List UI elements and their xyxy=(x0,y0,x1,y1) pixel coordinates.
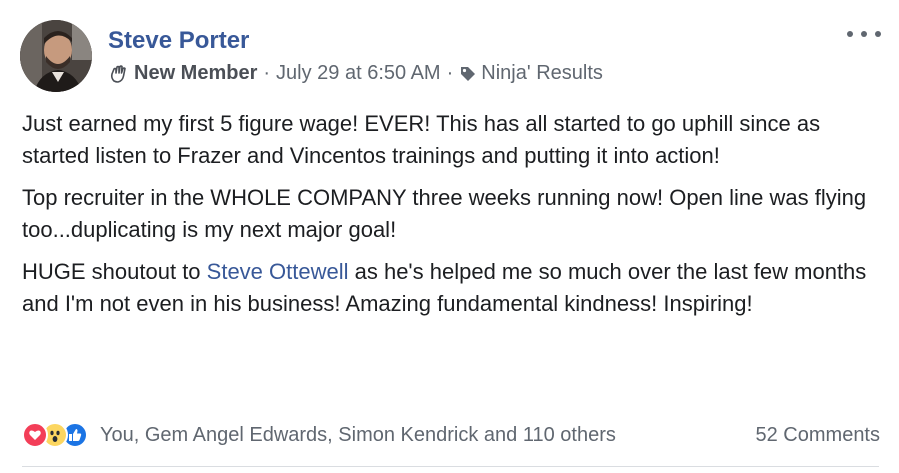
love-icon xyxy=(22,422,48,448)
reaction-icons[interactable] xyxy=(22,422,88,448)
post-paragraph: Just earned my first 5 figure wage! EVER… xyxy=(22,111,821,168)
dot-icon xyxy=(861,31,867,37)
dot-icon xyxy=(847,31,853,37)
more-options-button[interactable] xyxy=(847,22,881,46)
paragraph-text: HUGE shoutout to xyxy=(22,259,207,284)
post-footer: You, Gem Angel Edwards, Simon Kendrick a… xyxy=(22,419,880,451)
reaction-names[interactable]: You, Gem Angel Edwards, Simon Kendrick a… xyxy=(100,424,616,447)
post-body: Just earned my first 5 figure wage! EVER… xyxy=(22,108,882,330)
author-avatar[interactable] xyxy=(20,20,92,92)
separator: · xyxy=(263,62,271,84)
comments-count[interactable]: 52 Comments xyxy=(756,424,881,447)
post-paragraph: Top recruiter in the WHOLE COMPANY three… xyxy=(22,185,867,242)
avatar-photo xyxy=(20,20,92,92)
author-name[interactable]: Steve Porter xyxy=(108,27,249,55)
tag-icon xyxy=(459,65,477,83)
mention-link[interactable]: Steve Ottewell xyxy=(207,259,349,284)
post-timestamp[interactable]: July 29 at 6:50 AM xyxy=(276,62,441,85)
member-badge: New Member xyxy=(134,62,258,84)
separator: · xyxy=(446,62,454,84)
post-topic[interactable]: Ninja' Results xyxy=(481,62,603,85)
post-paragraph: HUGE shoutout to Steve Ottewell as he's … xyxy=(22,256,882,320)
post-meta: New Member · July 29 at 6:50 AM · Ninja'… xyxy=(108,62,603,85)
dot-icon xyxy=(875,31,881,37)
divider xyxy=(22,466,879,467)
wave-hand-icon xyxy=(108,64,128,84)
